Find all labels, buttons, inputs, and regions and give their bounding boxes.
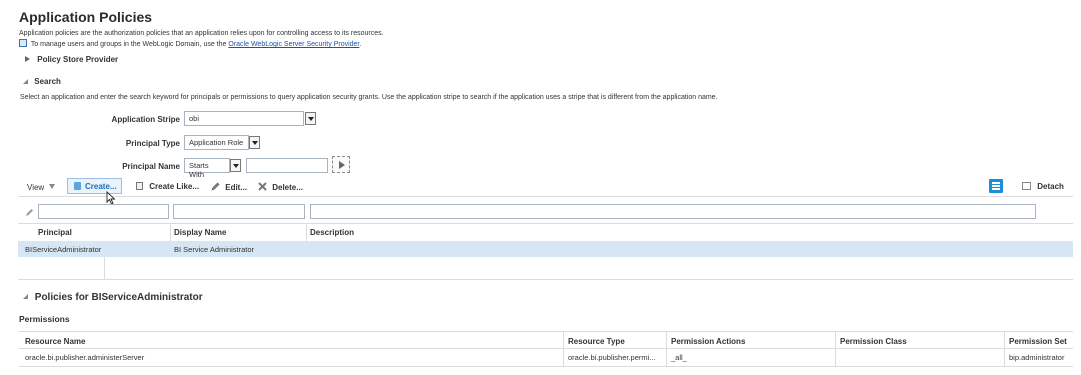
permissions-table: Resource Name Resource Type Permission A… [19,331,1073,367]
delete-button[interactable]: Delete... [258,182,303,192]
delete-label: Delete... [272,183,303,192]
create-label: Create... [85,182,117,191]
col-display-name-header[interactable]: Display Name [174,228,226,237]
policies-header-label: Policies for BIServiceAdministrator [34,292,203,303]
policy-store-label: Policy Store Provider [37,55,119,64]
principal-type-select[interactable]: Application Role [184,135,249,150]
policy-store-section[interactable]: Policy Store Provider [25,55,118,64]
security-provider-link[interactable]: Oracle WebLogic Server Security Provider [228,41,359,48]
principal-type-label: Principal Type [125,139,180,148]
create-like-button[interactable]: Create Like... [136,182,199,191]
freeze-icon [992,182,1000,184]
stripe-value: obi [189,114,200,123]
freeze-button[interactable] [989,179,1003,193]
application-stripe-label: Application Stripe [111,115,180,124]
cell-resource-type: oracle.bi.publisher.permi... [568,353,656,362]
table-bottom-border [19,366,1073,367]
principal-name-label: Principal Name [122,162,180,171]
detach-label: Detach [1037,182,1064,191]
principal-name-input[interactable] [246,158,328,173]
col-resource-name-header[interactable]: Resource Name [25,337,85,346]
search-instructions: Select an application and enter the sear… [20,94,718,101]
detach-icon [1022,182,1031,190]
empty-col-divider [104,257,105,280]
cell-permission-set: bip.administrator [1009,353,1065,362]
manage-suffix: . [359,41,362,48]
table-row[interactable]: BIServiceAdministrator BI Service Admini… [18,241,1073,257]
expand-icon [25,56,30,62]
view-menu[interactable]: View [27,183,56,192]
detach-button[interactable]: Detach [1022,182,1064,191]
col-permission-set-header[interactable]: Permission Set [1009,337,1067,346]
application-stripe-select[interactable]: obi [184,111,304,126]
col-resource-type-header[interactable]: Resource Type [568,337,625,346]
col-divider [306,224,307,241]
filter-icon[interactable] [25,208,34,217]
cell-resource-name: oracle.bi.publisher.administerServer [25,353,145,362]
principal-type-dropdown-button[interactable] [249,136,260,149]
view-label: View [27,183,45,192]
cell-principal: BIServiceAdministrator [25,245,102,254]
create-like-label: Create Like... [149,182,200,191]
search-section-header[interactable]: Search [23,77,61,86]
principal-type-value: Application Role [189,138,244,147]
filter-principal-input[interactable] [38,204,169,219]
table-row[interactable]: oracle.bi.publisher.administerServer ora… [19,349,1073,365]
info-icon [19,39,27,47]
col-principal-header[interactable]: Principal [38,228,72,237]
search-header-label: Search [34,77,61,86]
application-stripe-dropdown-button[interactable] [305,112,316,125]
col-divider [170,224,171,241]
manage-prefix: To manage users and groups in the WebLog… [30,41,227,48]
edit-label: Edit... [225,183,248,192]
filter-display-name-input[interactable] [173,204,305,219]
pencil-icon [211,182,220,191]
manage-users-line: To manage users and groups in the WebLog… [19,39,361,48]
table-header-divider [18,223,1073,224]
create-like-icon [136,182,143,190]
create-icon [74,182,81,190]
collapse-icon [23,294,28,299]
collapse-icon [23,79,28,84]
table-bottom-border [18,279,1073,280]
cell-display-name: BI Service Administrator [174,245,255,254]
delete-x-icon [258,182,267,191]
filter-description-input[interactable] [310,204,1036,219]
col-permission-class-header[interactable]: Permission Class [840,337,907,346]
grants-table: Principal Display Name Description BISer… [18,200,1073,282]
col-permission-actions-header[interactable]: Permission Actions [671,337,745,346]
cell-permission-actions: _all_ [671,353,687,362]
table-top-border [19,331,1073,332]
go-arrow-icon [339,161,345,169]
principal-name-operator[interactable]: Starts With [184,158,230,179]
permissions-title: Permissions [19,314,70,324]
search-go-button[interactable] [332,156,350,173]
page-title: Application Policies [19,9,153,25]
policies-section-header[interactable]: Policies for BIServiceAdministrator [23,292,203,303]
principal-name-operator-dropdown[interactable] [230,159,241,172]
edit-button[interactable]: Edit... [211,182,247,192]
chevron-down-icon [49,184,56,189]
page-description: Application policies are the authorizati… [19,30,384,37]
col-description-header[interactable]: Description [310,228,354,237]
